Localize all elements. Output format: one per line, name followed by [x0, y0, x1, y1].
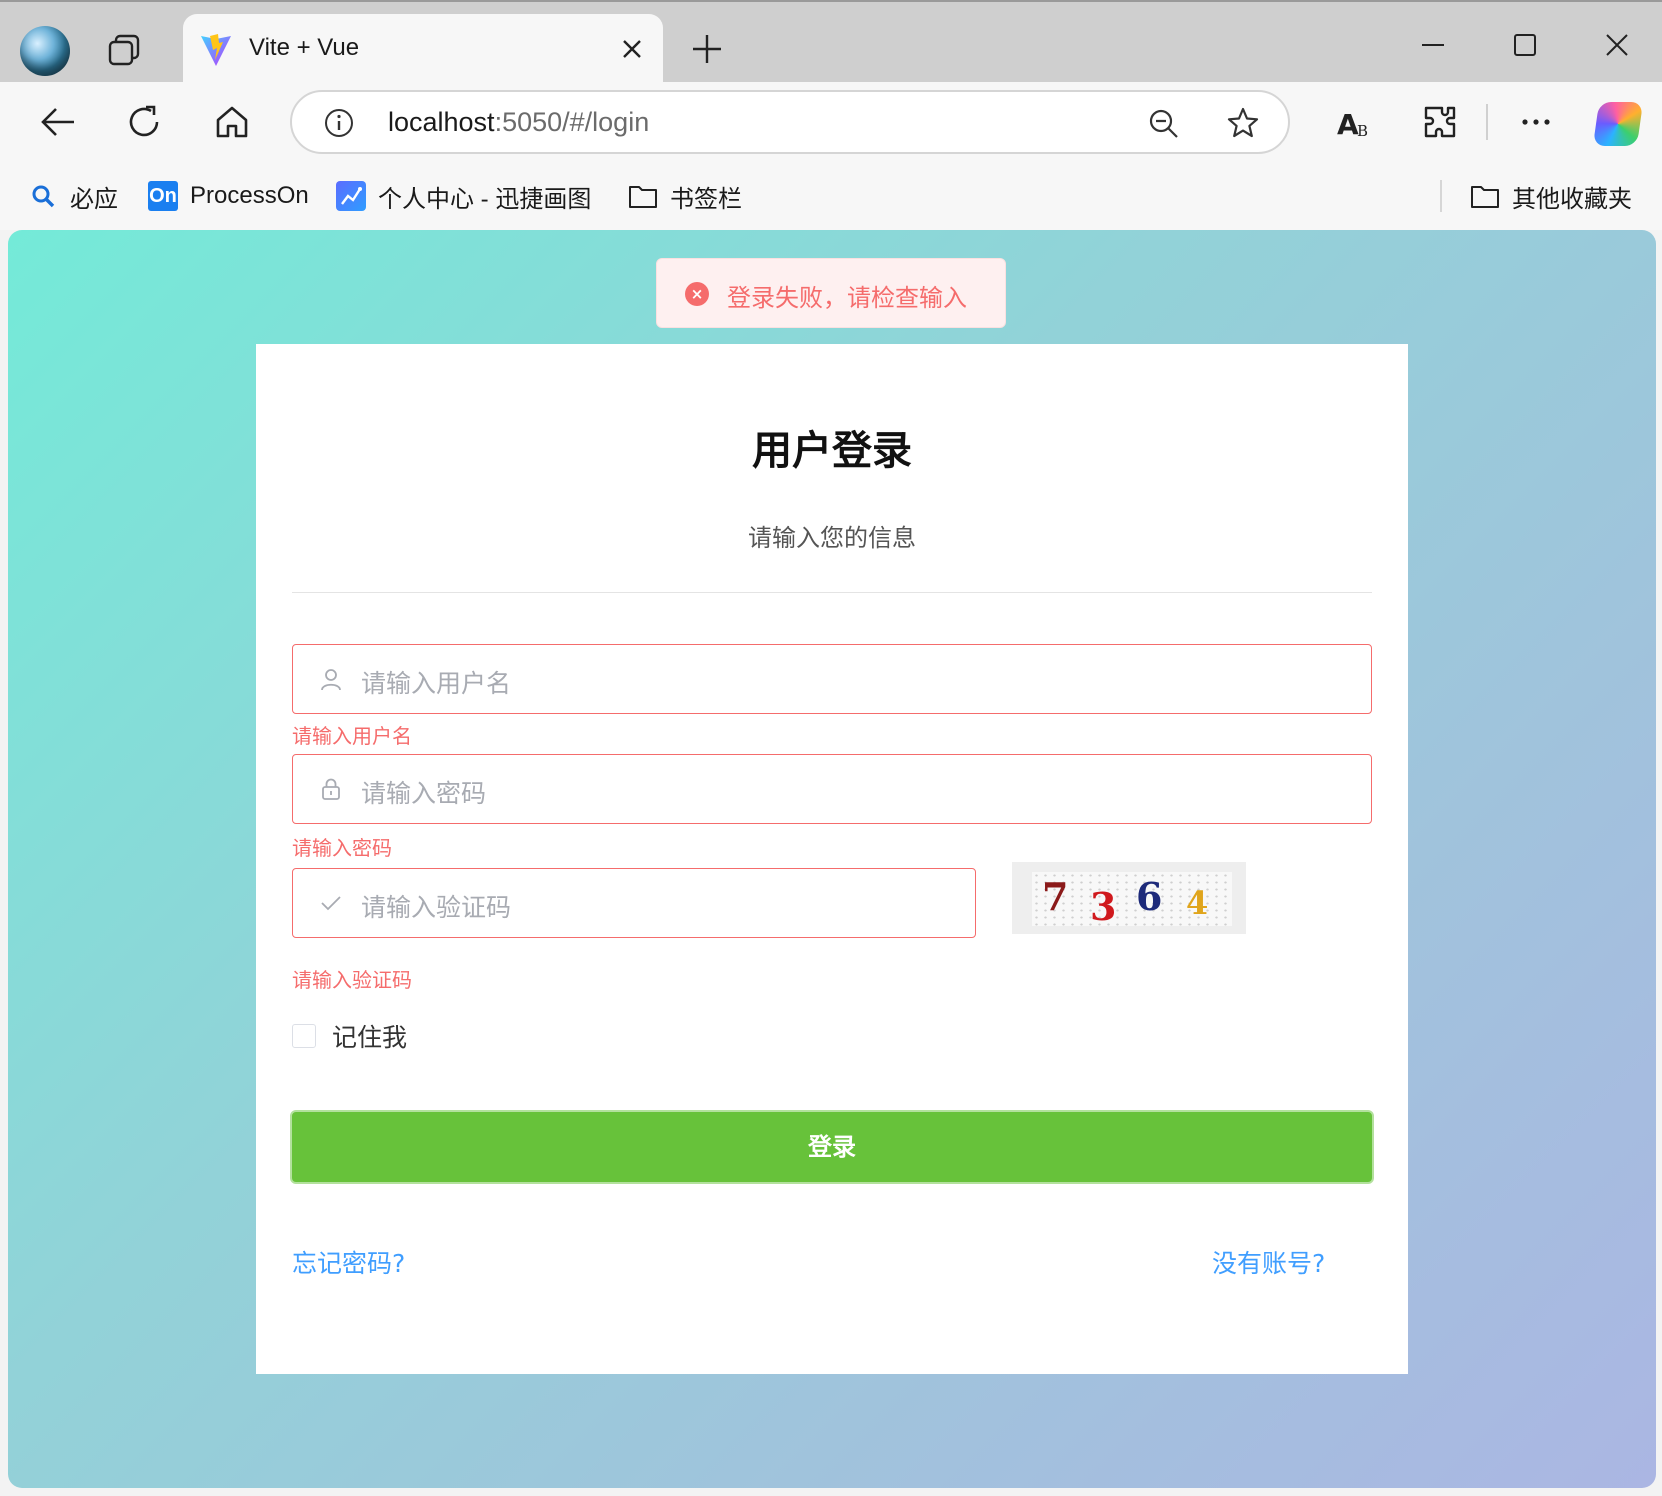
tab-title: Vite + Vue	[249, 34, 360, 61]
captcha-input[interactable]: 请输入验证码	[292, 868, 976, 938]
folder-icon	[1470, 181, 1500, 211]
remember-label[interactable]: 记住我	[332, 1018, 407, 1054]
toast-message: 登录失败，请检查输入	[727, 284, 967, 312]
forgot-password-link[interactable]: 忘记密码?	[292, 1244, 405, 1280]
search-icon	[28, 181, 58, 211]
bookmarks-bar: 必应 On ProcessOn 个人中心 - 迅捷画图 书签栏 其他收藏夹	[0, 164, 1662, 230]
user-icon	[321, 669, 341, 691]
username-input[interactable]: 请输入用户名	[292, 644, 1372, 714]
bookmark-label: 其他收藏夹	[1512, 185, 1632, 213]
active-tab[interactable]: Vite + Vue	[183, 14, 663, 84]
check-icon	[321, 896, 341, 911]
favorite-star-icon[interactable]	[1226, 106, 1260, 140]
url-text: localhost:5050/#/login	[388, 107, 650, 137]
password-error: 请输入密码	[292, 836, 392, 860]
bookmark-bing[interactable]: 必应	[28, 176, 118, 216]
copilot-icon[interactable]	[1592, 102, 1644, 146]
bookmark-label: 书签栏	[670, 185, 742, 213]
captcha-noise: 7 3 6 4	[1032, 872, 1232, 929]
folder-icon	[628, 181, 658, 211]
captcha-digit: 6	[1136, 874, 1163, 919]
chart-app-icon	[336, 181, 366, 211]
captcha-image[interactable]: 7 3 6 4	[1012, 862, 1246, 934]
processon-logo: On	[148, 181, 178, 211]
home-icon[interactable]	[212, 102, 252, 142]
read-aloud-icon[interactable]: A B	[1334, 102, 1374, 142]
profile-avatar[interactable]	[20, 26, 70, 76]
svg-text:B: B	[1357, 122, 1368, 140]
refresh-icon[interactable]	[124, 102, 164, 142]
vite-logo-icon	[201, 34, 231, 66]
password-placeholder: 请输入密码	[361, 779, 487, 808]
remember-checkbox[interactable]	[292, 1024, 316, 1048]
close-tab-icon[interactable]	[621, 38, 643, 60]
divider	[292, 592, 1372, 593]
error-toast: × 登录失败，请检查输入	[656, 258, 1006, 328]
back-arrow-icon[interactable]	[38, 102, 78, 142]
captcha-digit: 7	[1042, 874, 1069, 919]
toolbar-separator	[1486, 104, 1488, 140]
maximize-icon[interactable]	[1512, 32, 1538, 58]
password-input[interactable]: 请输入密码	[292, 754, 1372, 824]
captcha-digit: 3	[1090, 884, 1117, 929]
close-window-icon[interactable]	[1604, 32, 1630, 58]
address-bar[interactable]: localhost:5050/#/login	[290, 90, 1290, 154]
extensions-icon[interactable]	[1420, 102, 1460, 142]
page-viewport: × 登录失败，请检查输入 用户登录 请输入您的信息 请输入用户名 请输入用户名 …	[8, 230, 1656, 1488]
bookmark-folder[interactable]: 书签栏	[628, 176, 742, 216]
username-placeholder: 请输入用户名	[361, 669, 512, 698]
login-button[interactable]: 登录	[290, 1110, 1374, 1184]
new-tab-icon[interactable]	[690, 32, 724, 66]
more-options-icon[interactable]	[1516, 102, 1556, 142]
register-link[interactable]: 没有账号?	[1212, 1244, 1325, 1280]
zoom-out-icon[interactable]	[1148, 108, 1180, 140]
login-subtitle: 请输入您的信息	[748, 524, 916, 552]
tab-actions-icon[interactable]	[106, 32, 144, 70]
bookmark-label: 个人中心 - 迅捷画图	[378, 185, 592, 213]
svg-text:A: A	[1337, 108, 1359, 141]
login-title: 用户登录	[752, 428, 912, 474]
bookmark-xunjie[interactable]: 个人中心 - 迅捷画图	[336, 176, 591, 216]
lock-icon	[322, 778, 340, 800]
other-bookmarks[interactable]: 其他收藏夹	[1470, 176, 1632, 216]
bookmark-label: 必应	[70, 185, 118, 213]
bookmarks-separator	[1440, 180, 1442, 212]
minimize-icon[interactable]	[1420, 32, 1446, 58]
captcha-error: 请输入验证码	[292, 968, 412, 992]
bookmark-processon[interactable]: On ProcessOn	[148, 176, 309, 216]
error-circle-icon: ×	[685, 282, 709, 306]
browser-tab-bar: Vite + Vue	[0, 0, 1662, 84]
site-info-icon[interactable]	[324, 108, 354, 138]
login-card: 用户登录 请输入您的信息 请输入用户名 请输入用户名 请输入密码 请输入密码 请…	[256, 344, 1408, 1374]
captcha-digit: 4	[1186, 884, 1209, 922]
bookmark-label: ProcessOn	[190, 182, 309, 209]
username-error: 请输入用户名	[292, 724, 412, 748]
browser-toolbar: localhost:5050/#/login A B	[0, 82, 1662, 164]
captcha-placeholder: 请输入验证码	[361, 893, 512, 922]
